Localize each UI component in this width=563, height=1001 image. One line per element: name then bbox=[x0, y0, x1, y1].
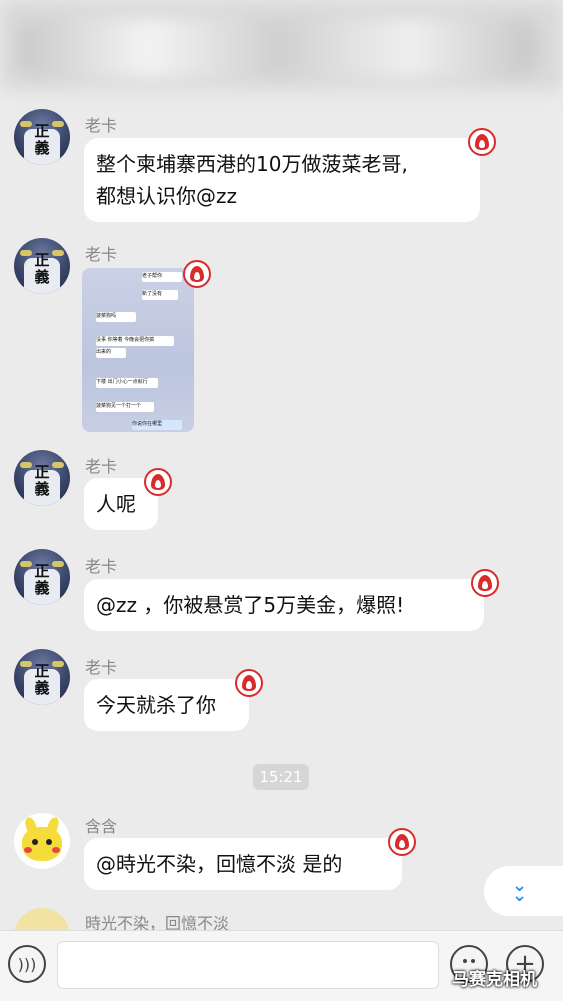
image-text: 没事 你等着 今晚会把你搞 bbox=[96, 336, 174, 346]
flame-icon bbox=[471, 569, 499, 597]
sender-name: 老卡 bbox=[85, 457, 118, 476]
message-text: 整个柬埔寨西港的10万做菠菜老哥, bbox=[96, 152, 408, 176]
image-text: 菠菜狗见一个打一个 bbox=[96, 402, 154, 412]
double-chevron-down-icon: ⌄ ⌄ bbox=[512, 875, 528, 906]
message-text: @zz ，你被悬赏了5万美金，爆照! bbox=[96, 593, 405, 617]
emoji-icon bbox=[463, 959, 467, 963]
message-text: @時光不染，回憶不淡 是的 bbox=[96, 852, 343, 876]
sender-name: 老卡 bbox=[85, 116, 118, 135]
sender-name: 老卡 bbox=[85, 245, 118, 264]
message-text: 都想认识你@zz bbox=[96, 184, 237, 208]
avatar-kanji: 正義 bbox=[34, 122, 50, 157]
message-text: 人呢 bbox=[96, 492, 136, 516]
flame-icon bbox=[388, 828, 416, 856]
sender-name: 含含 bbox=[85, 817, 118, 836]
sender-name: 老卡 bbox=[85, 658, 118, 677]
flame-icon bbox=[468, 128, 496, 156]
message-text: 今天就杀了你 bbox=[96, 693, 216, 717]
flame-icon bbox=[144, 468, 172, 496]
image-text: 菠菜狗吗 bbox=[96, 312, 136, 322]
image-text: 下楼 出门小心一点就行 bbox=[96, 378, 158, 388]
avatar[interactable]: 正義 bbox=[14, 109, 70, 165]
watermark: 马赛克相机 bbox=[452, 970, 537, 990]
message-bubble[interactable]: 今天就杀了你 bbox=[84, 679, 249, 731]
avatar[interactable]: 正義 bbox=[14, 238, 70, 294]
image-text: 出来的 bbox=[96, 348, 126, 358]
blurred-header bbox=[0, 0, 563, 90]
message-bubble[interactable]: @時光不染，回憶不淡 是的 bbox=[84, 838, 402, 890]
image-message[interactable]: 老子帮你 新了没有 菠菜狗吗 没事 你等着 今晚会把你搞 出来的 下楼 出门小心… bbox=[82, 268, 194, 432]
avatar[interactable]: 正義 bbox=[14, 649, 70, 705]
image-text: 新了没有 bbox=[142, 290, 178, 300]
voice-icon: ))) bbox=[17, 954, 37, 974]
timestamp: 15:21 bbox=[253, 764, 309, 790]
sender-name: 老卡 bbox=[85, 557, 118, 576]
message-input[interactable] bbox=[57, 941, 439, 989]
message-bubble[interactable]: 整个柬埔寨西港的10万做菠菜老哥, 都想认识你@zz bbox=[84, 138, 480, 222]
scroll-to-bottom-button[interactable]: ⌄ ⌄ bbox=[484, 866, 563, 916]
flame-icon bbox=[235, 669, 263, 697]
image-text: 老子帮你 bbox=[142, 272, 182, 282]
message-bubble[interactable]: @zz ，你被悬赏了5万美金，爆照! bbox=[84, 579, 484, 631]
flame-icon bbox=[183, 260, 211, 288]
avatar-pikachu[interactable] bbox=[14, 813, 70, 869]
voice-button[interactable]: ))) bbox=[8, 945, 46, 983]
blurred-title-bar bbox=[18, 18, 538, 78]
avatar[interactable]: 正義 bbox=[14, 549, 70, 605]
image-text: 你说你在哪里 bbox=[132, 420, 182, 430]
avatar[interactable]: 正義 bbox=[14, 450, 70, 506]
